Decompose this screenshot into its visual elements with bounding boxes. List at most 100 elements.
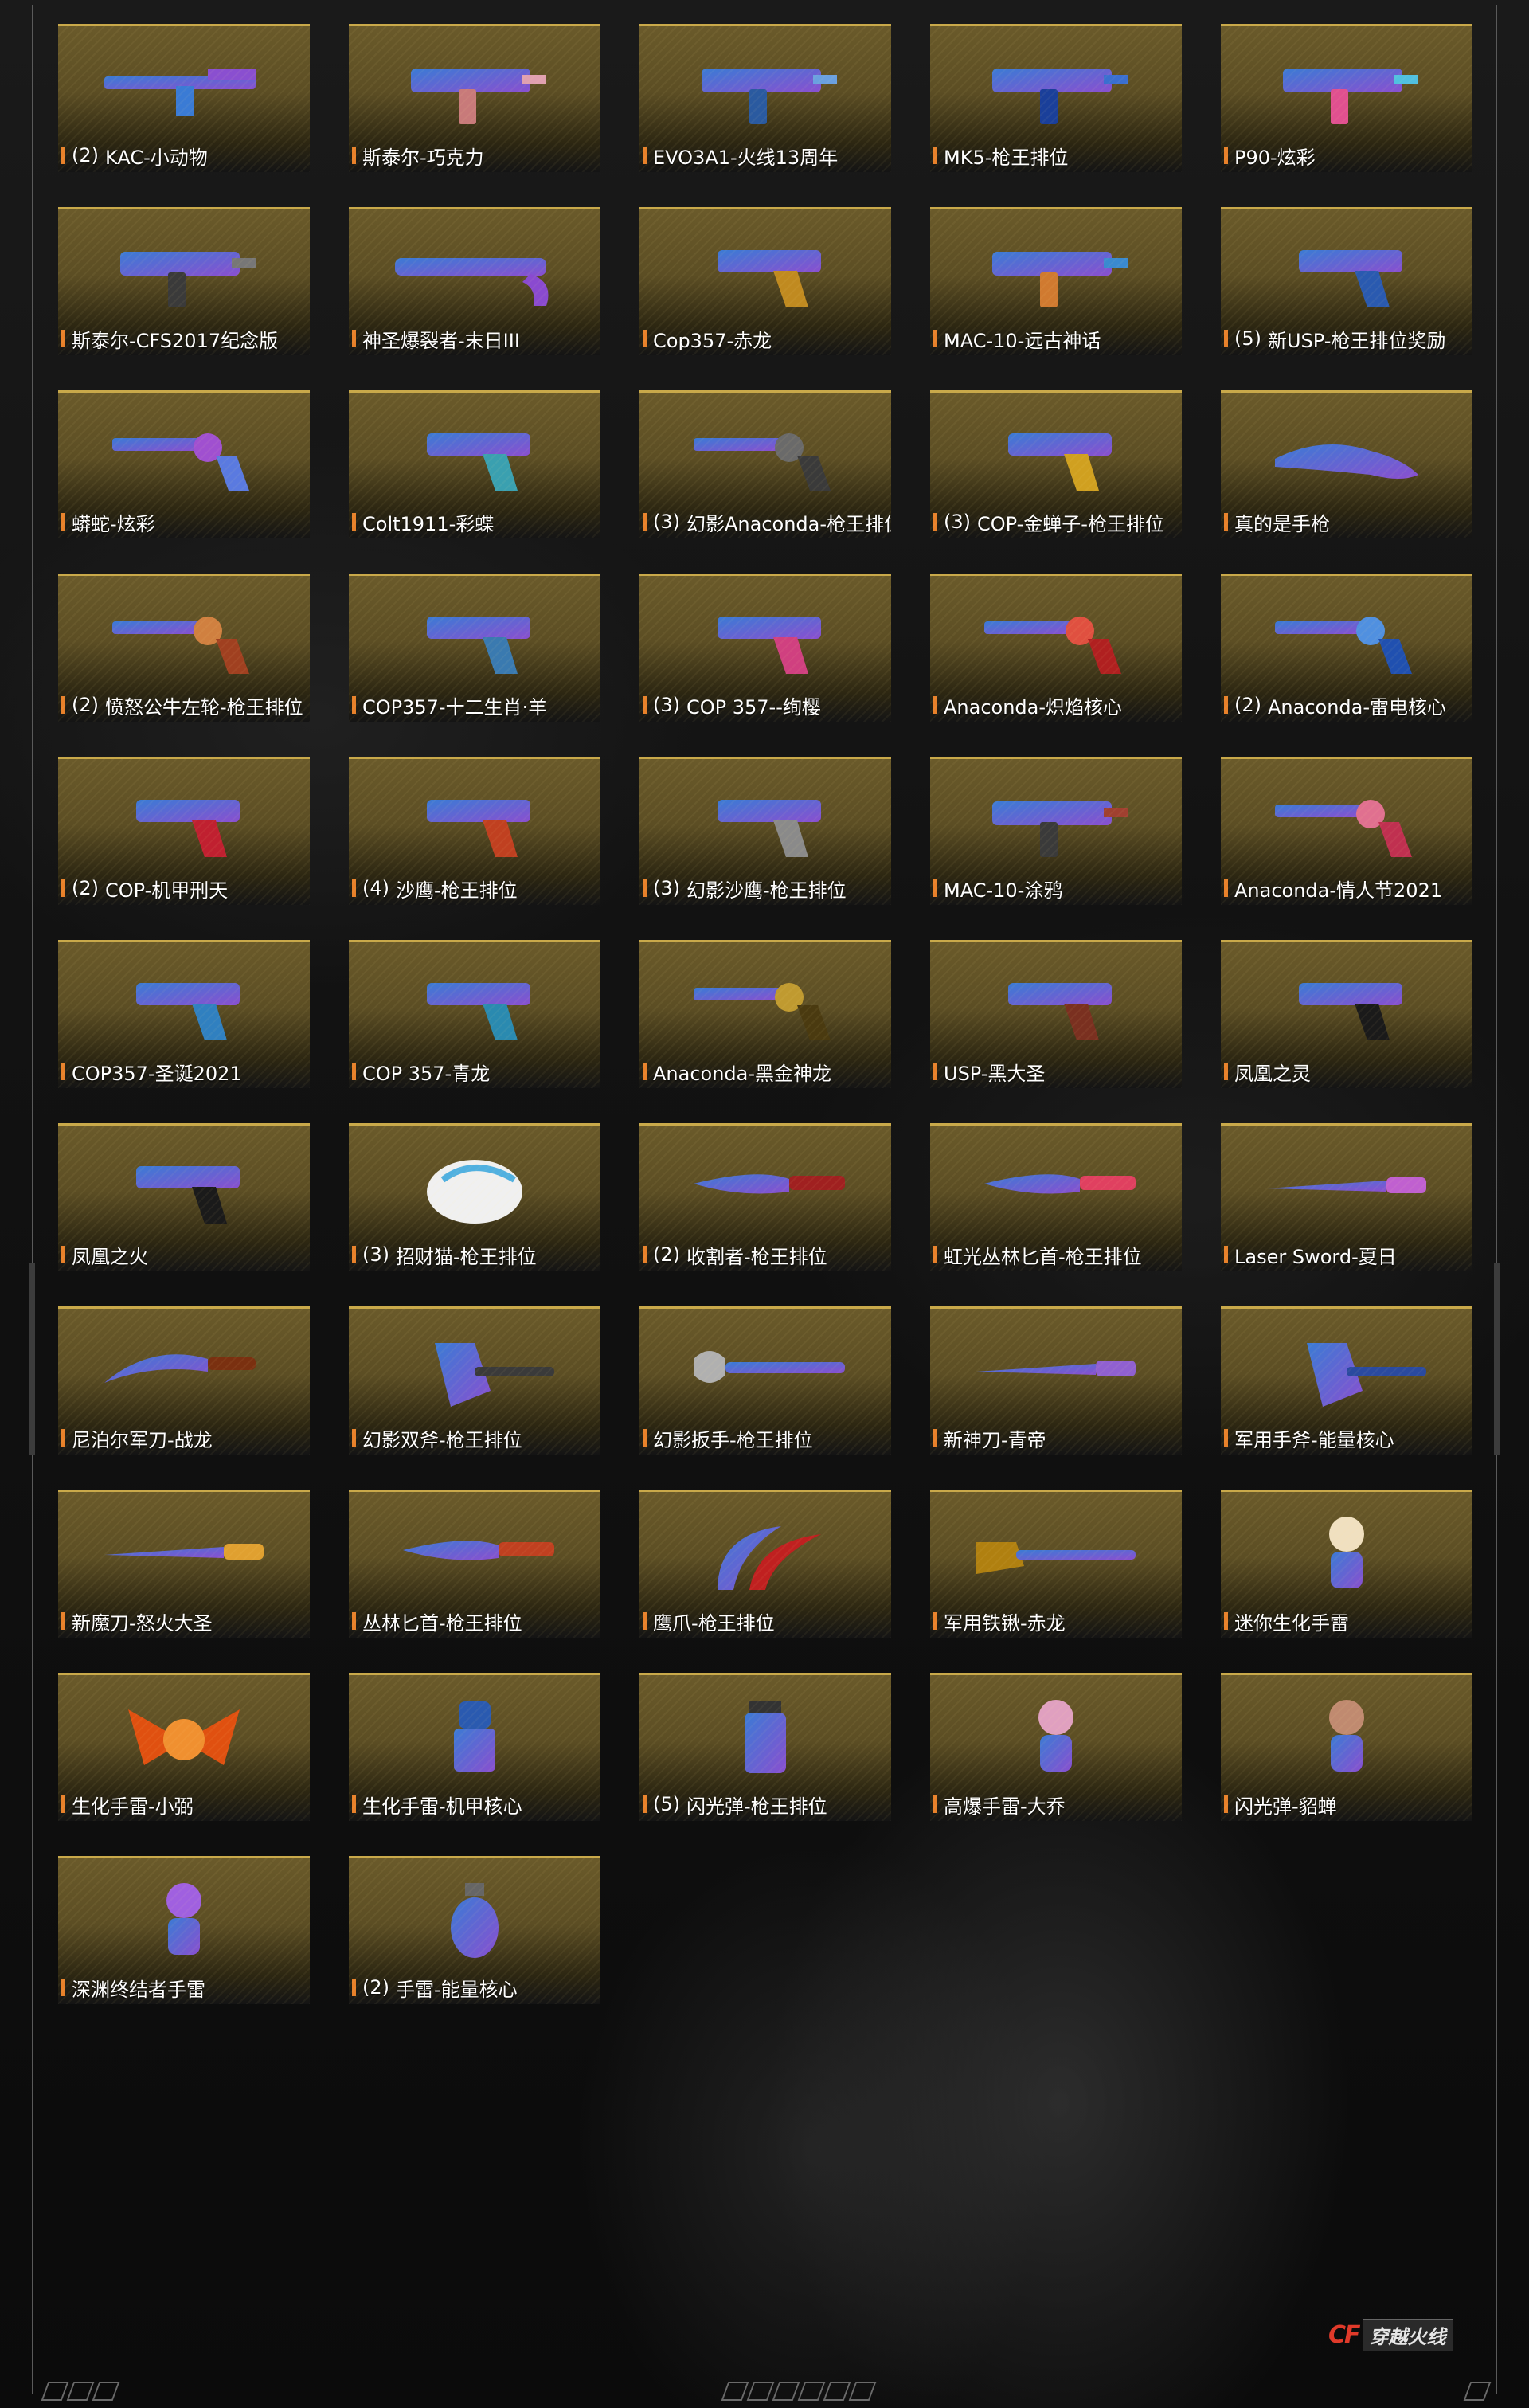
item-card[interactable]: 新魔刀-怒火大圣 [58,1490,310,1638]
item-card[interactable]: (5) 闪光弹-枪王排位 [639,1673,891,1821]
item-name: 斯泰尔-CFS2017纪念版 [72,329,279,351]
paw-icon [371,1140,578,1235]
item-card[interactable]: (2) 愤怒公牛左轮-枪王排位 [58,574,310,722]
item-name: Cop357-赤龙 [653,329,772,351]
item-card[interactable]: (4) 沙鹰-枪王排位 [349,757,600,905]
item-card[interactable]: 鹰爪-枪王排位 [639,1490,891,1638]
item-card[interactable]: 闪光弹-貂蝉 [1221,1673,1472,1821]
item-card[interactable]: (2) 手雷-能量核心 [349,1856,600,2004]
item-name: MAC-10-涂鸦 [944,879,1063,901]
label-accent-bar [61,513,65,531]
item-name: Anaconda-黑金神龙 [653,1062,832,1084]
item-card[interactable]: 凤凰之灵 [1221,940,1472,1088]
item-name: 收割者-枪王排位 [686,1245,827,1267]
item-card[interactable]: 斯泰尔-CFS2017纪念版 [58,207,310,355]
item-card[interactable]: 虹光丛林匕首-枪王排位 [930,1123,1182,1271]
label-accent-bar [643,147,647,164]
item-card[interactable]: 神圣爆裂者-末日III [349,207,600,355]
item-card[interactable]: 斯泰尔-巧克力 [349,24,600,172]
item-name: 迷你生化手雷 [1234,1611,1349,1634]
item-card[interactable]: MAC-10-涂鸦 [930,757,1182,905]
item-label: Anaconda-炽焰核心 [933,693,1182,717]
item-label: (2) 手雷-能量核心 [352,1975,600,1999]
item-label: (5) 闪光弹-枪王排位 [643,1792,891,1816]
item-card[interactable]: (2) 收割者-枪王排位 [639,1123,891,1271]
item-card[interactable]: Anaconda-炽焰核心 [930,574,1182,722]
item-card[interactable]: 尼泊尔军刀-战龙 [58,1306,310,1455]
item-card[interactable]: 凤凰之火 [58,1123,310,1271]
item-card[interactable]: 生化手雷-机甲核心 [349,1673,600,1821]
item-label: 斯泰尔-巧克力 [352,143,600,167]
item-name: 招财猫-枪王排位 [396,1245,537,1267]
item-card[interactable]: COP357-十二生肖·羊 [349,574,600,722]
item-card[interactable]: (3) COP 357--绚樱 [639,574,891,722]
item-card[interactable]: 迷你生化手雷 [1221,1490,1472,1638]
frame-left-tab [29,1263,35,1455]
revolver-icon [80,590,287,686]
item-card[interactable]: COP 357-青龙 [349,940,600,1088]
wrench-icon [662,1323,869,1419]
item-card[interactable]: Anaconda-黑金神龙 [639,940,891,1088]
label-accent-bar [352,147,356,164]
item-name: Laser Sword-夏日 [1234,1245,1397,1267]
claw-icon [662,1506,869,1602]
item-card[interactable]: (5) 新USP-枪王排位奖励 [1221,207,1472,355]
figure-icon [80,1873,287,1968]
item-card[interactable]: 蟒蛇-炫彩 [58,390,310,538]
label-accent-bar [352,1246,356,1263]
item-name: 幻影扳手-枪王排位 [653,1428,813,1451]
item-card[interactable]: (2) KAC-小动物 [58,24,310,172]
item-name: 鹰爪-枪王排位 [653,1611,775,1634]
item-label: 生化手雷-小弼 [61,1792,310,1816]
item-card[interactable]: P90-炫彩 [1221,24,1472,172]
item-card[interactable]: MK5-枪王排位 [930,24,1182,172]
label-accent-bar [1224,1246,1228,1263]
item-card[interactable]: 深渊终结者手雷 [58,1856,310,2004]
label-accent-bar [933,1246,937,1263]
item-card[interactable]: (3) 幻影Anaconda-枪王排位 [639,390,891,538]
label-accent-bar [352,879,356,897]
item-card[interactable]: (3) COP-金蝉子-枪王排位 [930,390,1182,538]
item-card[interactable]: 丛林匕首-枪王排位 [349,1490,600,1638]
pistol-icon [1243,224,1450,319]
item-label: Anaconda-情人节2021 [1224,876,1472,900]
item-label: COP 357-青龙 [352,1059,600,1083]
item-card[interactable]: Anaconda-情人节2021 [1221,757,1472,905]
item-card[interactable]: Cop357-赤龙 [639,207,891,355]
item-card[interactable]: Laser Sword-夏日 [1221,1123,1472,1271]
item-card[interactable]: COP357-圣诞2021 [58,940,310,1088]
label-accent-bar [1224,1063,1228,1080]
item-count: (3) [362,1243,389,1266]
item-name: 生化手雷-机甲核心 [362,1795,522,1817]
item-label: 鹰爪-枪王排位 [643,1609,891,1633]
item-label: (2) COP-机甲刑天 [61,876,310,900]
item-card[interactable]: 幻影双斧-枪王排位 [349,1306,600,1455]
item-name: COP357-圣诞2021 [72,1062,242,1084]
item-card[interactable]: 生化手雷-小弼 [58,1673,310,1821]
item-card[interactable]: MAC-10-远古神话 [930,207,1182,355]
item-card[interactable]: 军用铁锹-赤龙 [930,1490,1182,1638]
revolver-icon [1243,773,1450,869]
label-accent-bar [352,1612,356,1630]
item-card[interactable]: 新神刀-青帝 [930,1306,1182,1455]
label-accent-bar [933,1612,937,1630]
item-card[interactable]: (2) COP-机甲刑天 [58,757,310,905]
item-card[interactable]: 真的是手枪 [1221,390,1472,538]
item-card[interactable]: USP-黑大圣 [930,940,1182,1088]
smg-icon [80,224,287,319]
item-card[interactable]: (3) 招财猫-枪王排位 [349,1123,600,1271]
item-count: (3) [944,511,971,533]
label-accent-bar [933,1429,937,1447]
item-card[interactable]: 高爆手雷-大乔 [930,1673,1182,1821]
footer-decoration-right [1463,2382,1492,2401]
item-card[interactable]: 军用手斧-能量核心 [1221,1306,1472,1455]
item-card[interactable]: 幻影扳手-枪王排位 [639,1306,891,1455]
item-label: 神圣爆裂者-末日III [352,327,600,350]
item-card[interactable]: (3) 幻影沙鹰-枪王排位 [639,757,891,905]
smg-icon [1243,41,1450,136]
pistol-icon [371,773,578,869]
item-name: 幻影双斧-枪王排位 [362,1428,522,1451]
item-card[interactable]: (2) Anaconda-雷电核心 [1221,574,1472,722]
item-card[interactable]: Colt1911-彩蝶 [349,390,600,538]
item-card[interactable]: EVO3A1-火线13周年 [639,24,891,172]
